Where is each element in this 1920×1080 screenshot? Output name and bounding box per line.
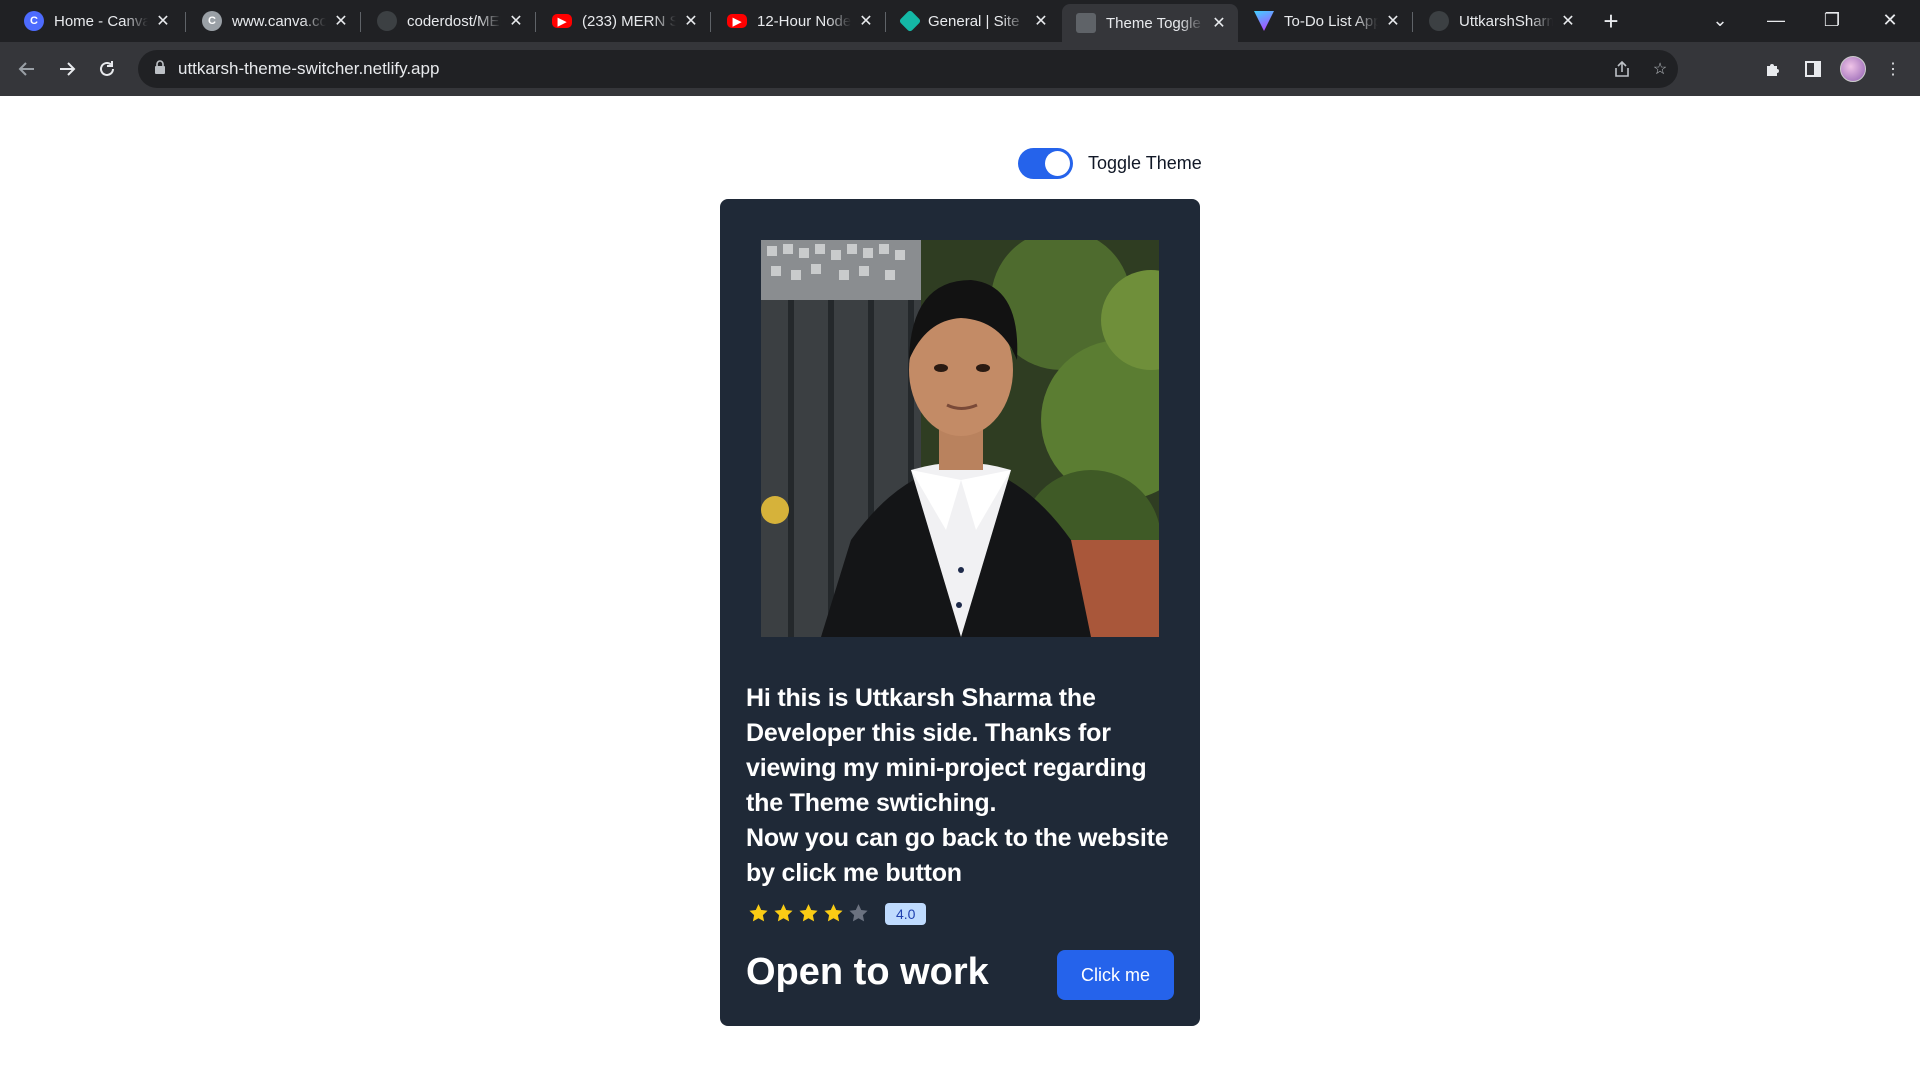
youtube-icon: ▶ [552,14,572,28]
github-icon [1429,11,1449,31]
star-filled-icon [774,904,793,922]
forward-icon[interactable] [52,54,82,84]
star-filled-icon [824,904,843,922]
star-filled-icon [749,904,768,922]
card-description: Hi this is Uttkarsh Sharma the Developer… [746,681,1186,891]
extensions-icon[interactable] [1758,54,1788,84]
netlify-icon [898,9,922,33]
profile-card: Hi this is Uttkarsh Sharma the Developer… [720,199,1200,1026]
close-icon[interactable]: ✕ [1032,12,1050,30]
address-bar[interactable]: uttkarsh-theme-switcher.netlify.app ☆ [138,50,1678,88]
browser-tab-strip: C Home - Canva ✕ C www.canva.com ✕ coder… [0,0,1920,42]
browser-tab[interactable]: To-Do List App ✕ [1240,4,1412,38]
close-icon[interactable]: ✕ [332,12,350,30]
tab-title: Theme Toggle [1106,14,1201,32]
star-empty-icon [849,904,868,922]
close-icon[interactable]: ✕ [1384,12,1402,30]
back-icon[interactable] [12,54,42,84]
browser-toolbar: uttkarsh-theme-switcher.netlify.app ☆ ⋮ [0,42,1920,96]
browser-tab[interactable]: C Home - Canva ✕ [10,4,182,38]
window-close-icon[interactable]: ✕ [1862,0,1918,40]
open-to-work-heading: Open to work [746,951,989,993]
page-icon [1076,13,1096,33]
profile-avatar[interactable] [1840,56,1866,82]
browser-tab[interactable]: ▶ (233) MERN Stack ✕ [538,4,710,38]
toggle-theme-label: Toggle Theme [1088,153,1202,173]
star-filled-icon [799,904,818,922]
menu-kebab-icon[interactable]: ⋮ [1878,54,1908,84]
tab-title: (233) MERN Stack [582,12,676,30]
canva-icon: C [24,11,44,31]
browser-tab[interactable]: coderdost/MERN ✕ [363,4,535,38]
browser-tab[interactable]: General | Site ✕ [888,4,1060,38]
bookmark-star-icon[interactable]: ☆ [1650,59,1670,79]
minimize-icon[interactable]: — [1748,0,1804,40]
click-me-button[interactable]: Click me [1057,950,1174,1000]
theme-toggle-row: Toggle Theme [1018,148,1202,179]
browser-tab[interactable]: ▶ 12-Hour Node ✕ [713,4,885,38]
share-icon[interactable] [1612,59,1632,79]
lock-icon [154,59,166,79]
tab-title: General | Site [928,12,1020,30]
close-icon[interactable]: ✕ [857,12,875,30]
tab-title: coderdost/MERN [407,12,501,30]
description-paragraph: Now you can go back to the website by cl… [746,824,1169,887]
browser-tab-active[interactable]: Theme Toggle ✕ [1062,4,1238,42]
tab-title: www.canva.com [232,12,326,30]
tab-title: To-Do List App [1284,12,1378,30]
star-rating: 4.0 [746,901,927,926]
browser-tab[interactable]: C www.canva.com ✕ [188,4,360,38]
close-icon[interactable]: ✕ [1210,14,1228,32]
reload-icon[interactable] [92,54,122,84]
youtube-icon: ▶ [727,14,747,28]
close-icon[interactable]: ✕ [507,12,525,30]
side-panel-icon[interactable] [1798,54,1828,84]
github-icon [377,11,397,31]
description-paragraph: Hi this is Uttkarsh Sharma the Developer… [746,684,1147,817]
canva-gray-icon: C [202,11,222,31]
profile-photo [761,240,1159,637]
close-icon[interactable]: ✕ [154,12,172,30]
rating-stars [746,901,871,926]
vite-icon [1254,11,1274,31]
tab-search-icon[interactable]: ⌄ [1692,0,1748,40]
browser-tab[interactable]: UttkarshSharma ✕ [1415,4,1587,38]
new-tab-button[interactable]: + [1596,6,1626,36]
url-text: uttkarsh-theme-switcher.netlify.app [178,59,440,78]
close-icon[interactable]: ✕ [1559,12,1577,30]
rating-badge: 4.0 [885,902,927,925]
tab-title: 12-Hour Node [757,12,851,30]
tab-title: UttkarshSharma [1459,12,1553,30]
restore-icon[interactable]: ❐ [1804,0,1860,40]
toggle-knob [1045,151,1070,176]
close-icon[interactable]: ✕ [682,12,700,30]
theme-toggle-switch[interactable] [1018,148,1073,179]
tab-title: Home - Canva [54,12,148,30]
